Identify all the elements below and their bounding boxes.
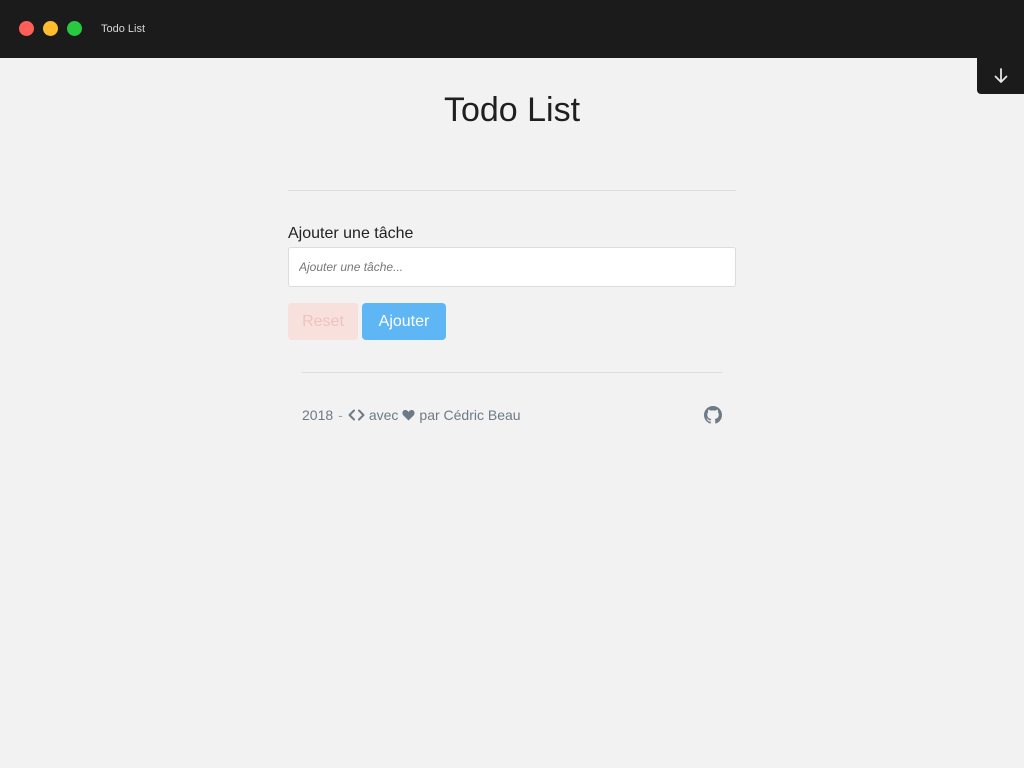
- footer-credit: 2018 - avec par Cédric Beau: [302, 405, 521, 425]
- divider: [288, 190, 736, 191]
- footer-author: par Cédric Beau: [419, 407, 521, 423]
- reset-button[interactable]: Reset: [288, 303, 358, 340]
- task-field-label: Ajouter une tâche: [288, 225, 414, 242]
- arrow-down-icon: [994, 68, 1007, 83]
- footer-year: 2018: [302, 407, 334, 423]
- github-link[interactable]: [703, 405, 723, 425]
- heart-icon: [402, 409, 415, 421]
- window-close-button[interactable]: [19, 21, 34, 36]
- code-icon: [348, 409, 365, 421]
- window-title: Todo List: [101, 23, 146, 35]
- footer-divider: [302, 372, 722, 373]
- window-titlebar: Todo List: [0, 0, 1024, 58]
- page-title: Todo List: [443, 91, 581, 129]
- window-minimize-button[interactable]: [43, 21, 58, 36]
- add-button[interactable]: Ajouter: [362, 303, 446, 340]
- window-maximize-button[interactable]: [67, 21, 82, 36]
- footer-separator: -: [338, 407, 343, 423]
- task-input[interactable]: [288, 247, 736, 287]
- footer-avec: avec: [368, 407, 399, 423]
- github-icon: [704, 406, 722, 424]
